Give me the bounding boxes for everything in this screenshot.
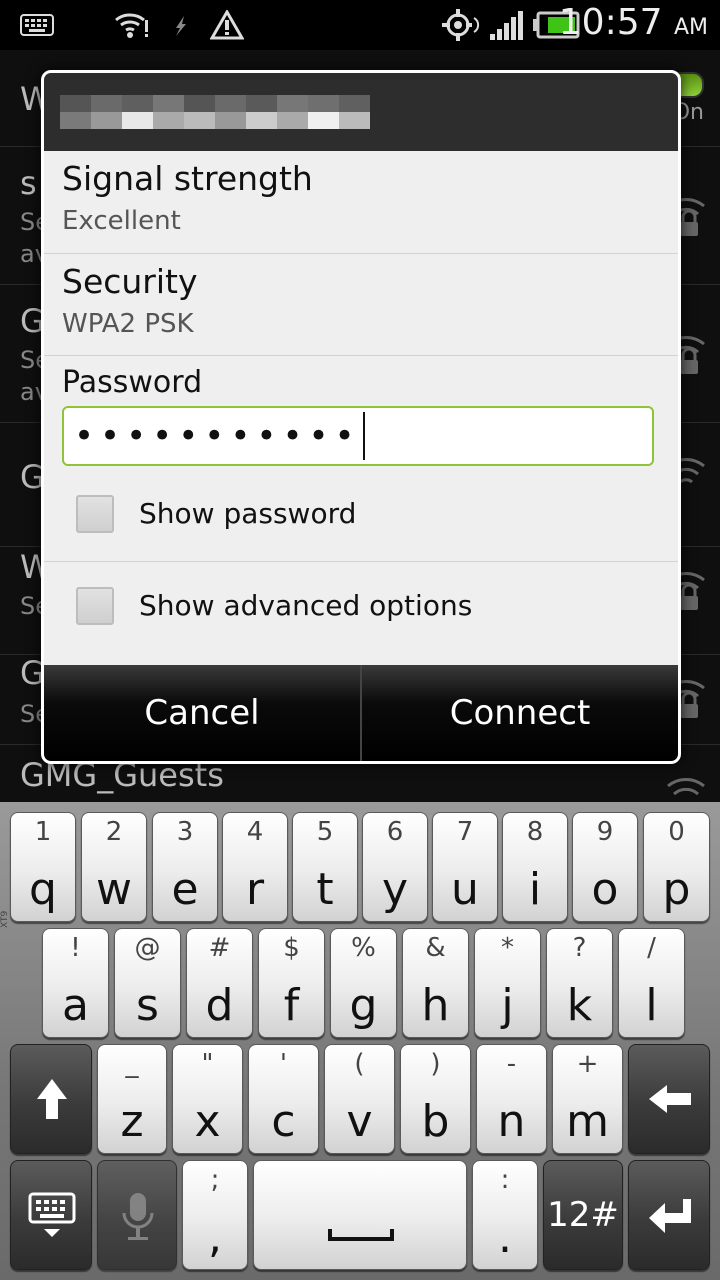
enter-icon [647, 1197, 693, 1239]
dialog-button-bar: Cancel Connect [44, 665, 678, 761]
key-k[interactable]: ? k [546, 928, 613, 1038]
gps-icon [440, 8, 480, 46]
password-field[interactable]: ••••••••••• [62, 406, 654, 466]
list-item-title: s [20, 164, 37, 202]
keyboard-icon [20, 14, 54, 40]
key-e[interactable]: 3e [152, 812, 218, 922]
key-c[interactable]: ' c [248, 1044, 319, 1154]
keyboard-hide-key[interactable] [10, 1160, 92, 1270]
clock: 10:57 AM [558, 2, 708, 43]
key-h[interactable]: & h [402, 928, 469, 1038]
security-value: WPA2 PSK [62, 309, 194, 339]
key-j[interactable]: * j [474, 928, 541, 1038]
key-n[interactable]: -n [476, 1044, 547, 1154]
key-d[interactable]: # d [186, 928, 253, 1038]
show-advanced-checkbox[interactable] [76, 587, 114, 625]
key-period[interactable]: :. [472, 1160, 538, 1270]
soft-keyboard: XT9 1q 2w 3e 4r 5t 6y 7u 8i 9o 0p ! a @ s … [0, 802, 720, 1280]
symbols-label: 12# [547, 1195, 619, 1235]
key-a[interactable]: ! a [42, 928, 109, 1038]
password-value: ••••••••••• [74, 416, 361, 456]
shift-key[interactable] [10, 1044, 92, 1154]
security-row: Security WPA2 PSK [44, 254, 678, 356]
wifi-icon [114, 10, 150, 44]
warning-icon [209, 8, 245, 44]
key-y[interactable]: 6y [362, 812, 428, 922]
shift-arrow-icon [35, 1077, 69, 1125]
signal-strength-label: Signal strength [62, 159, 313, 198]
wifi-connect-dialog: Signal strength Excellent Security WPA2 … [41, 70, 681, 764]
key-b[interactable]: ) b [400, 1044, 471, 1154]
password-label: Password [62, 365, 203, 400]
enter-key[interactable] [628, 1160, 710, 1270]
backspace-key[interactable] [628, 1044, 710, 1154]
key-q[interactable]: 1q [10, 812, 76, 922]
key-l[interactable]: / l [618, 928, 685, 1038]
security-label: Security [62, 262, 198, 301]
key-u[interactable]: 7u [432, 812, 498, 922]
key-comma[interactable]: ;, [182, 1160, 248, 1270]
text-cursor [362, 412, 365, 460]
dialog-title-redacted [44, 73, 678, 151]
spacebar-key[interactable] [253, 1160, 467, 1270]
signal-strength-row: Signal strength Excellent [44, 151, 678, 254]
cancel-button[interactable]: Cancel [44, 665, 360, 761]
key-w[interactable]: 2w [81, 812, 147, 922]
key-v[interactable]: (v [324, 1044, 395, 1154]
show-password-checkbox[interactable] [76, 495, 114, 533]
show-advanced-label: Show advanced options [139, 589, 473, 622]
symbols-key[interactable]: 12# [543, 1160, 623, 1270]
key-t[interactable]: 5t [292, 812, 358, 922]
connect-button[interactable]: Connect [360, 665, 678, 761]
key-g[interactable]: % g [330, 928, 397, 1038]
redacted-network-name [60, 95, 370, 129]
key-z[interactable]: _ z [97, 1044, 167, 1154]
xt9-label: XT9 [0, 910, 10, 928]
usb-debug-icon [170, 14, 190, 42]
key-p[interactable]: 0p [643, 812, 710, 922]
backspace-icon [647, 1083, 693, 1119]
voice-input-key[interactable] [97, 1160, 177, 1270]
show-password-row[interactable]: Show password [44, 469, 678, 559]
signal-strength-value: Excellent [62, 206, 181, 236]
key-i[interactable]: 8i [502, 812, 568, 922]
key-f[interactable]: $ f [258, 928, 325, 1038]
key-s[interactable]: @ s [114, 928, 181, 1038]
show-advanced-row[interactable]: Show advanced options [44, 561, 678, 651]
key-r[interactable]: 4r [222, 812, 288, 922]
space-icon [328, 1227, 394, 1247]
wifi-icon [666, 772, 706, 806]
key-o[interactable]: 9o [572, 812, 638, 922]
key-m[interactable]: + m [552, 1044, 623, 1154]
keyboard-icon [27, 1191, 77, 1245]
microphone-icon [120, 1191, 156, 1245]
key-x[interactable]: " x [172, 1044, 243, 1154]
status-bar: 10:57 AM [0, 0, 720, 50]
show-password-label: Show password [139, 497, 357, 530]
signal-icon [488, 10, 524, 46]
